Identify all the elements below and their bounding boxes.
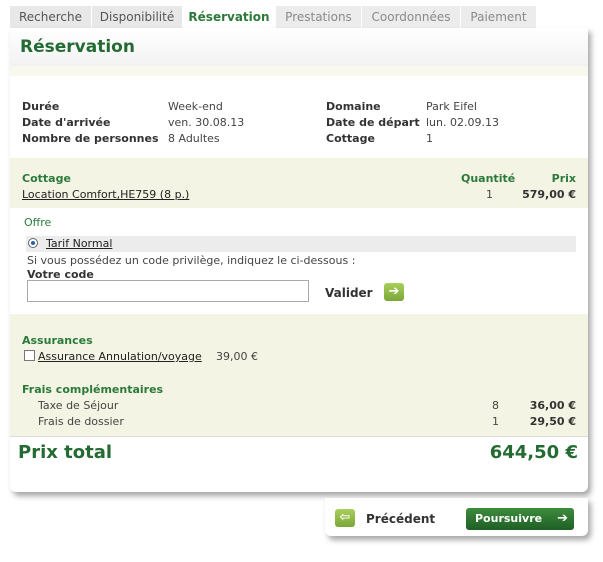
cottage-qty: 1 <box>486 188 493 201</box>
total-value: 644,50 € <box>489 442 578 463</box>
domaine-label: Domaine <box>326 100 381 113</box>
panel-header: Réservation <box>10 28 588 67</box>
offre-section: Offre Tarif Normal Si vous possédez un c… <box>10 210 588 312</box>
tab-coordonnees: Coordonnées <box>362 6 461 28</box>
domaine-value: Park Eifel <box>426 100 477 113</box>
price-header: Prix <box>551 172 576 185</box>
frais-row-label: Frais de dossier <box>38 415 124 428</box>
assurances-heading: Assurances <box>22 334 93 347</box>
tab-reservation[interactable]: Réservation <box>183 6 276 28</box>
duree-value: Week-end <box>168 100 223 113</box>
frais-row-price: 29,50 € <box>529 415 576 428</box>
cottage-section: Cottage Quantité Prix Location Comfort,H… <box>10 158 588 208</box>
tab-paiement: Paiement <box>461 6 537 28</box>
cottage-count-value: 1 <box>426 132 433 145</box>
total-divider <box>10 436 588 437</box>
tarif-normal-row: Tarif Normal <box>26 236 576 252</box>
frais-row-qty: 1 <box>492 415 499 428</box>
arrivee-value: ven. 30.08.13 <box>168 116 245 129</box>
assurance-price: 39,00 € <box>216 350 258 363</box>
frais-row-price: 36,00 € <box>529 399 576 412</box>
assurance-item-link[interactable]: Assurance Annulation/voyage <box>38 350 202 363</box>
cottage-item-link[interactable]: Location Comfort,HE759 (8 p.) <box>22 188 189 201</box>
personnes-value: 8 Adultes <box>168 132 220 145</box>
depart-label: Date de départ <box>326 116 420 129</box>
tab-prestations: Prestations <box>276 6 362 28</box>
validate-arrow-icon[interactable]: ➔ <box>384 283 404 301</box>
offre-heading: Offre <box>24 216 52 229</box>
reservation-panel: Réservation Durée Week-end Date d'arrivé… <box>10 28 588 492</box>
frais-row-label: Taxe de Séjour <box>38 399 119 412</box>
personnes-label: Nombre de personnes <box>22 132 159 145</box>
navigation-bar: ⇦ Précédent Poursuivre ➔ <box>325 498 588 536</box>
continue-label: Poursuivre <box>475 512 543 525</box>
quantity-header: Quantité <box>461 172 516 185</box>
depart-value: lun. 02.09.13 <box>426 116 499 129</box>
extras-section: Assurances Assurance Annulation/voyage 3… <box>10 314 588 436</box>
frais-heading: Frais complémentaires <box>22 383 164 396</box>
arrivee-label: Date d'arrivée <box>22 116 111 129</box>
promo-code-input[interactable] <box>27 280 309 302</box>
promo-code-hint: Si vous possédez un code privilège, indi… <box>27 254 356 267</box>
header-divider <box>10 66 588 76</box>
frais-row-qty: 8 <box>492 399 499 412</box>
cottage-heading: Cottage <box>22 172 71 185</box>
validate-label[interactable]: Valider <box>325 286 373 300</box>
page-title: Réservation <box>20 37 135 57</box>
tab-disponibilite[interactable]: Disponibilité <box>92 6 183 28</box>
previous-arrow-icon[interactable]: ⇦ <box>335 509 355 527</box>
tarif-normal-radio[interactable] <box>28 238 38 248</box>
assurance-checkbox[interactable] <box>24 350 35 361</box>
continue-button[interactable]: Poursuivre ➔ <box>466 508 574 530</box>
tab-recherche[interactable]: Recherche <box>10 6 92 28</box>
continue-arrow-icon: ➔ <box>557 511 568 526</box>
duree-label: Durée <box>22 100 60 113</box>
previous-button[interactable]: Précédent <box>366 512 435 526</box>
cottage-price: 579,00 € <box>522 188 576 201</box>
cottage-count-label: Cottage <box>326 132 375 145</box>
total-label: Prix total <box>18 442 113 463</box>
tarif-normal-label[interactable]: Tarif Normal <box>46 237 112 250</box>
